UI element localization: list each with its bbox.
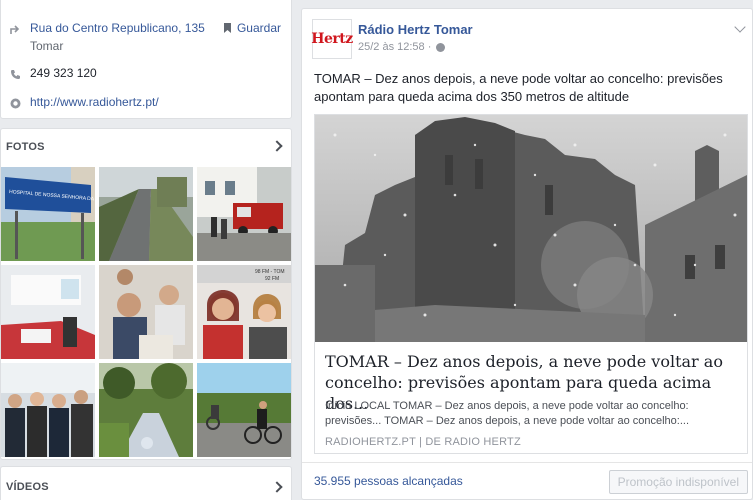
post-text: TOMAR – Dez anos depois, a neve pode vol… (314, 71, 723, 104)
videos-heading[interactable]: VÍDEOS (6, 481, 49, 493)
photo-garden (99, 363, 193, 457)
photo-grid: HOSPITAL DE NOSSA SENHORA DA GRAÇA (1, 167, 293, 457)
photo-officials (1, 363, 95, 457)
photo-thumbnail[interactable] (197, 167, 291, 261)
chevron-down-icon[interactable] (734, 21, 746, 33)
link-attachment[interactable]: TOMAR – Dez anos depois, a neve pode vol… (314, 114, 748, 454)
phone-number: 249 323 120 (30, 66, 97, 80)
left-column: Rua do Centro Republicano, 135 Tomar Gua… (0, 0, 292, 500)
photo-thumbnail[interactable] (197, 363, 291, 457)
snow-castle-image (315, 115, 747, 342)
post-meta: 25/2 às 12:58 · (358, 41, 446, 53)
photo-radio-presenters: 98 FM - TOM 92 FM (197, 265, 291, 359)
post-card: Hertz Rádio Hertz Tomar 25/2 às 12:58 · … (301, 8, 753, 500)
website-row: http://www.radiohertz.pt/ (9, 95, 159, 109)
divider (302, 462, 752, 463)
photo-hospital-sign: HOSPITAL DE NOSSA SENHORA DA GRAÇA (1, 167, 95, 261)
photo-thumbnail[interactable]: HOSPITAL DE NOSSA SENHORA DA GRAÇA (1, 167, 95, 261)
bookmark-icon (223, 23, 231, 33)
photo-thumbnail[interactable] (99, 363, 193, 457)
page-name[interactable]: Rádio Hertz Tomar (358, 22, 473, 37)
website-link[interactable]: http://www.radiohertz.pt/ (30, 95, 159, 109)
photo-thumbnail[interactable] (1, 265, 95, 359)
link-description: Início LOCAL TOMAR – Dez anos depois, a … (325, 400, 690, 427)
page-avatar[interactable]: Hertz (311, 19, 353, 59)
page-logo-text: Hertz (311, 31, 353, 47)
photo-road (99, 167, 193, 261)
chevron-right-icon[interactable] (271, 140, 283, 152)
photo-cyclists (197, 363, 291, 457)
phone-icon (9, 68, 21, 80)
photo-thumbnail[interactable]: 98 FM - TOM 92 FM (197, 265, 291, 359)
address-link[interactable]: Rua do Centro Republicano, 135 (30, 21, 205, 35)
about-card: Rua do Centro Republicano, 135 Tomar Gua… (0, 0, 292, 119)
reach-count[interactable]: 35.955 pessoas alcançadas (314, 474, 463, 488)
videos-card: VÍDEOS (0, 466, 292, 500)
chevron-right-icon[interactable] (271, 481, 283, 493)
address-row: Rua do Centro Republicano, 135 Tomar (9, 21, 205, 53)
photo-thumbnail[interactable] (1, 363, 95, 457)
radio-freq-1: 98 FM - TOM (255, 269, 285, 275)
photo-classroom (1, 265, 95, 359)
globe-icon (436, 42, 446, 52)
link-source: RADIOHERTZ.PT | DE RADIO HERTZ (325, 436, 521, 448)
radio-freq-2: 92 FM (265, 276, 279, 282)
photos-card: FOTOS HOSPITAL DE NOSSA SENHORA DA GRAÇA (0, 128, 292, 460)
photo-students (99, 265, 193, 359)
photo-thumbnail[interactable] (99, 265, 193, 359)
address-city: Tomar (30, 39, 64, 53)
save-button[interactable]: Guardar (223, 21, 281, 35)
promote-button[interactable]: Promoção indisponível (608, 470, 748, 494)
post-timestamp[interactable]: 25/2 às 12:58 · (358, 41, 431, 53)
directions-icon (9, 23, 21, 35)
photo-thumbnail[interactable] (99, 167, 193, 261)
link-image[interactable] (315, 115, 747, 342)
photo-firefighters (197, 167, 291, 261)
save-label: Guardar (236, 21, 281, 35)
phone-row: 249 323 120 (9, 66, 97, 80)
globe-icon (9, 97, 21, 109)
photos-heading[interactable]: FOTOS (6, 141, 45, 153)
